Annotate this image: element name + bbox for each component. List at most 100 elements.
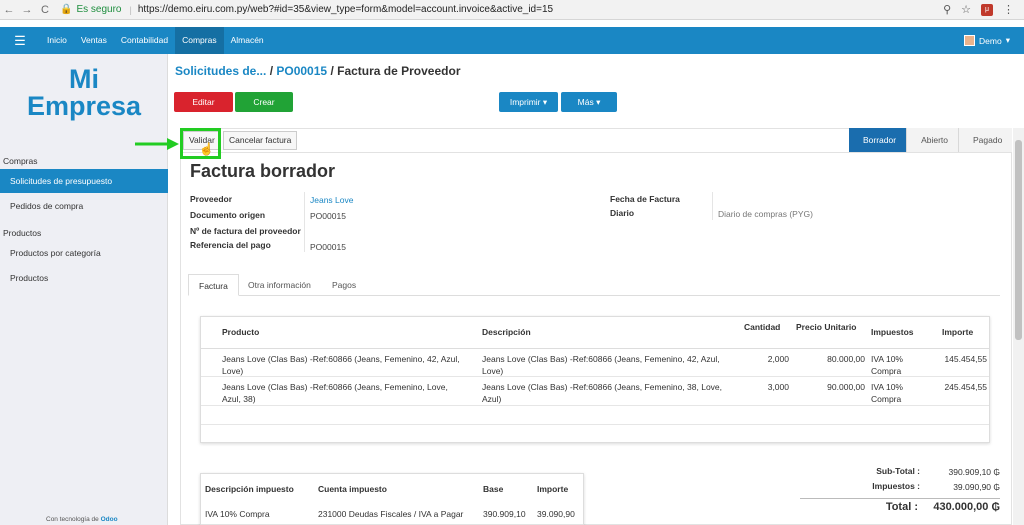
- cell-description-line: Jeans Love (Clas Bas) -Ref:60866 (Jeans,…: [482, 354, 720, 364]
- back-icon[interactable]: ←: [0, 4, 18, 16]
- breadcrumb-solicitudes[interactable]: Solicitudes de...: [175, 64, 266, 78]
- diario-label: Diario: [610, 208, 635, 218]
- table-row[interactable]: Jeans Love (Clas Bas) -Ref:60866 (Jeans,…: [201, 348, 989, 377]
- tab-pagos[interactable]: Pagos: [322, 274, 366, 296]
- cell-product-line: Jeans Love (Clas Bas) -Ref:60866 (Jeans,…: [222, 382, 448, 392]
- cell-unit-price: 80.000,00: [827, 354, 865, 364]
- sidebar-item-pedidos[interactable]: Pedidos de compra: [0, 194, 168, 218]
- col-header-importe: Importe: [942, 327, 974, 337]
- tab-factura[interactable]: Factura: [188, 274, 239, 296]
- url-text[interactable]: https://demo.eiru.com.py/web?#id=35&view…: [138, 4, 553, 15]
- scrollbar-thumb[interactable]: [1015, 140, 1022, 340]
- tab-otra-informacion[interactable]: Otra información: [238, 274, 321, 296]
- user-name: Demo: [979, 35, 1002, 46]
- powered-brand-link[interactable]: Odoo: [101, 516, 118, 523]
- taxes-label: Impuestos :: [872, 481, 920, 491]
- status-pagado[interactable]: Pagado: [958, 128, 1013, 152]
- breadcrumb-po[interactable]: PO00015: [276, 64, 327, 78]
- proveedor-value[interactable]: Jeans Love: [310, 195, 353, 205]
- referencia-value: PO00015: [310, 242, 346, 252]
- hand-cursor-icon: ☝: [199, 142, 214, 156]
- total-label: Total :: [885, 501, 918, 513]
- powered-by: Con tecnología de Odoo: [46, 516, 118, 523]
- menu-almacen[interactable]: Almacén: [224, 27, 271, 54]
- pointer-arrow-icon: [135, 138, 179, 150]
- proveedor-label: Proveedor: [190, 194, 233, 204]
- logo-line-1: Mi: [69, 64, 99, 94]
- cell-amount: 145.454,55: [944, 354, 987, 364]
- tax-cell-importe: 39.090,90: [537, 509, 575, 519]
- breadcrumb-current: Factura de Proveedor: [337, 64, 461, 78]
- menu-compras[interactable]: Compras: [175, 27, 224, 54]
- breadcrumb: Solicitudes de... / PO00015 / Factura de…: [175, 64, 460, 78]
- tax-header-descripcion: Descripción impuesto: [205, 484, 294, 494]
- hamburger-menu-icon[interactable]: ☰: [0, 33, 40, 49]
- user-menu[interactable]: Demo ▾: [964, 35, 1024, 46]
- field-divider: [304, 192, 305, 252]
- bookmark-star-icon[interactable]: ☆: [961, 3, 971, 16]
- sidebar-item-productos[interactable]: Productos: [0, 266, 168, 290]
- browser-toolbar: ← → C 🔒 Es seguro | https://demo.eiru.co…: [0, 0, 1024, 20]
- more-button[interactable]: Más ▾: [561, 92, 617, 112]
- edit-button[interactable]: Editar: [174, 92, 233, 112]
- field-divider: [712, 192, 713, 220]
- cell-description: Jeans Love (Clas Bas) -Ref:60866 (Jeans,…: [482, 353, 737, 377]
- status-abierto[interactable]: Abierto: [906, 128, 959, 152]
- cell-description-line: Jeans Love (Clas Bas) -Ref:60866 (Jeans,…: [482, 382, 723, 392]
- cell-description: Jeans Love (Clas Bas) -Ref:60866 (Jeans,…: [482, 381, 737, 405]
- sidebar-heading-productos: Productos: [3, 228, 42, 238]
- col-header-producto: Producto: [222, 327, 260, 337]
- zoom-icon[interactable]: ⚲: [943, 3, 951, 16]
- chevron-down-icon: ▾: [1005, 35, 1010, 45]
- extension-icon[interactable]: μ: [981, 3, 993, 16]
- sidebar-item-productos-categoria[interactable]: Productos por categoría: [0, 241, 168, 265]
- powered-prefix: Con tecnología de: [46, 516, 101, 523]
- browser-menu-icon[interactable]: ⋮: [1003, 3, 1014, 16]
- cell-tax-line: Compra: [871, 366, 902, 376]
- cell-tax-line: Compra: [871, 394, 902, 404]
- sidebar-heading-compras: Compras: [3, 156, 38, 166]
- cell-description-line: Love): [482, 366, 504, 376]
- address-bar[interactable]: 🔒 Es seguro | https://demo.eiru.com.py/w…: [60, 2, 943, 17]
- sidebar-item-solicitudes[interactable]: Solicitudes de presupuesto: [0, 169, 168, 193]
- create-button[interactable]: Crear: [235, 92, 293, 112]
- forward-icon[interactable]: →: [18, 4, 36, 16]
- col-header-cantidad: Cantidad: [744, 322, 781, 332]
- app-top-menu: ☰ Inicio Ventas Contabilidad Compras Alm…: [0, 27, 1024, 54]
- cell-taxes: IVA 10% Compra: [871, 381, 931, 405]
- reload-icon[interactable]: C: [36, 4, 54, 16]
- cell-product: Jeans Love (Clas Bas) -Ref:60866 (Jeans,…: [222, 353, 477, 377]
- menu-ventas[interactable]: Ventas: [74, 27, 114, 54]
- invoice-lines-table: Producto Descripción Cantidad Precio Uni…: [200, 316, 990, 443]
- table-row-empty[interactable]: [201, 406, 989, 425]
- taxes-value: 39.090,90 ₲: [953, 482, 1000, 492]
- tax-header-importe: Importe: [537, 484, 569, 494]
- page-title: Factura borrador: [190, 161, 336, 181]
- subtotal-label: Sub-Total :: [876, 466, 920, 476]
- print-button[interactable]: Imprimir ▾: [499, 92, 558, 112]
- tax-header-cuenta: Cuenta impuesto: [318, 484, 387, 494]
- tax-header-base: Base: [483, 484, 504, 494]
- doc-origen-label: Documento origen: [190, 210, 266, 220]
- subtotal-value: 390.909,10 ₲: [948, 467, 1000, 477]
- cell-product-line: Love): [222, 366, 244, 376]
- table-row[interactable]: Jeans Love (Clas Bas) -Ref:60866 (Jeans,…: [201, 377, 989, 406]
- form-tabs: Factura Otra información Pagos: [188, 274, 1000, 296]
- status-bar: Borrador Abierto Pagado: [849, 128, 1013, 152]
- total-value: 430.000,00 ₲: [933, 501, 1000, 513]
- cancel-invoice-button[interactable]: Cancelar factura: [223, 131, 298, 150]
- cell-product: Jeans Love (Clas Bas) -Ref:60866 (Jeans,…: [222, 381, 477, 405]
- menu-contabilidad[interactable]: Contabilidad: [114, 27, 175, 54]
- tax-cell-descripcion: IVA 10% Compra: [205, 509, 270, 519]
- cell-quantity: 2,000: [767, 354, 789, 364]
- menu-inicio[interactable]: Inicio: [40, 27, 74, 54]
- tax-cell-base: 390.909,10: [483, 509, 526, 519]
- col-header-precio: Precio Unitario: [796, 322, 857, 332]
- tax-table: Descripción impuesto Cuenta impuesto Bas…: [200, 473, 584, 525]
- doc-origen-value: PO00015: [310, 211, 346, 221]
- cell-amount: 245.454,55: [944, 382, 987, 392]
- scrollbar[interactable]: [1013, 128, 1024, 525]
- avatar: [964, 35, 976, 46]
- cell-product-line: Jeans Love (Clas Bas) -Ref:60866 (Jeans,…: [222, 354, 460, 364]
- col-header-descripcion: Descripción: [482, 327, 531, 337]
